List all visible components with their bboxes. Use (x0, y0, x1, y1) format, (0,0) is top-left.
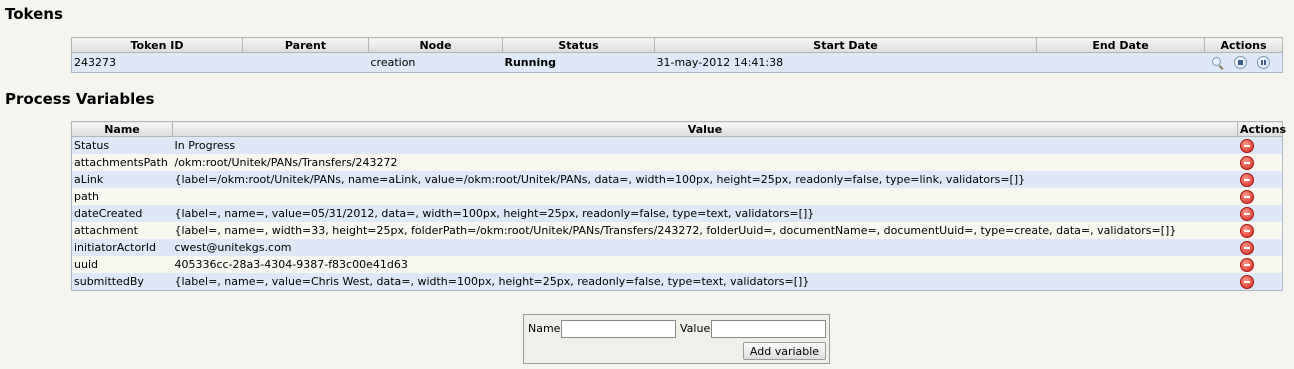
tokens-header-row: Token ID Parent Node Status Start Date E… (71, 37, 1283, 53)
table-row[interactable]: attachment {label=, name=, width=33, hei… (71, 222, 1283, 239)
variable-name: uuid (71, 256, 173, 273)
delete-icon[interactable] (1239, 138, 1254, 153)
delete-icon[interactable] (1239, 274, 1254, 289)
tokens-heading: Tokens (5, 5, 63, 23)
col-node[interactable]: Node (368, 37, 503, 53)
value-label: Value (680, 322, 711, 335)
table-row[interactable]: initiatorActorId cwest@unitekgs.com (71, 239, 1283, 256)
process-variables-heading: Process Variables (5, 90, 155, 108)
delete-icon[interactable] (1239, 206, 1254, 221)
col-status[interactable]: Status (502, 37, 655, 53)
row-actions (1237, 205, 1283, 222)
table-row[interactable]: uuid 405336cc-28a3-4304-9387-f83c00e41d6… (71, 256, 1283, 273)
stop-icon[interactable] (1233, 56, 1247, 70)
row-actions (1237, 154, 1283, 171)
variable-name: path (71, 188, 173, 205)
name-label: Name (528, 322, 561, 335)
pause-icon[interactable] (1256, 56, 1270, 70)
col-parent[interactable]: Parent (242, 37, 369, 53)
row-actions (1237, 239, 1283, 256)
variable-name: attachmentsPath (71, 154, 173, 171)
variable-name: submittedBy (71, 273, 173, 291)
variable-value (172, 188, 1238, 205)
delete-icon[interactable] (1239, 223, 1254, 238)
variable-value: {label=, name=, width=33, height=25px, f… (172, 222, 1238, 239)
variable-value: {label=/okm:root/Unitek/PANs, name=aLink… (172, 171, 1238, 188)
variable-value: In Progress (172, 136, 1238, 154)
row-actions (1237, 188, 1283, 205)
token-status: Running (502, 52, 655, 73)
col-name[interactable]: Name (71, 121, 173, 137)
row-actions (1237, 136, 1283, 154)
delete-icon[interactable] (1239, 172, 1254, 187)
col-value[interactable]: Value (172, 121, 1238, 137)
variable-name: Status (71, 136, 173, 154)
view-icon[interactable] (1211, 56, 1224, 69)
token-node: creation (368, 52, 503, 73)
col-token-id[interactable]: Token ID (71, 37, 243, 53)
token-start-date: 31-may-2012 14:41:38 (654, 52, 1037, 73)
variable-value: cwest@unitekgs.com (172, 239, 1238, 256)
variable-value: /okm:root/Unitek/PANs/Transfers/243272 (172, 154, 1238, 171)
table-row[interactable]: path (71, 188, 1283, 205)
col-start-date[interactable]: Start Date (654, 37, 1037, 53)
variable-value: 405336cc-28a3-4304-9387-f83c00e41d63 (172, 256, 1238, 273)
variable-name: initiatorActorId (71, 239, 173, 256)
col-actions: Actions (1204, 37, 1283, 53)
table-row[interactable]: attachmentsPath /okm:root/Unitek/PANs/Tr… (71, 154, 1283, 171)
delete-icon[interactable] (1239, 189, 1254, 204)
variable-name: aLink (71, 171, 173, 188)
tokens-table: Token ID Parent Node Status Start Date E… (71, 37, 1283, 73)
variable-name: dateCreated (71, 205, 173, 222)
delete-icon[interactable] (1239, 155, 1254, 170)
row-actions (1237, 273, 1283, 291)
add-variable-form: Name Value Add variable (523, 314, 830, 364)
variables-header-row: Name Value Actions (71, 121, 1286, 137)
token-actions (1204, 52, 1283, 73)
row-actions (1237, 256, 1283, 273)
col-actions: Actions (1237, 121, 1286, 137)
name-input[interactable] (561, 320, 676, 338)
delete-icon[interactable] (1239, 257, 1254, 272)
table-row[interactable]: Status In Progress (71, 136, 1283, 154)
table-row[interactable]: aLink {label=/okm:root/Unitek/PANs, name… (71, 171, 1283, 188)
variable-value: {label=, name=, value=Chris West, data=,… (172, 273, 1238, 291)
variable-value: {label=, name=, value=05/31/2012, data=,… (172, 205, 1238, 222)
table-row[interactable]: 243273 creation Running 31-may-2012 14:4… (71, 52, 1283, 73)
token-parent (242, 52, 369, 73)
table-row[interactable]: submittedBy {label=, name=, value=Chris … (71, 273, 1283, 291)
row-actions (1237, 171, 1283, 188)
token-end-date (1036, 52, 1205, 73)
value-input[interactable] (711, 320, 826, 338)
col-end-date[interactable]: End Date (1036, 37, 1205, 53)
process-variables-table: Name Value Actions Status In Progress at… (71, 121, 1286, 291)
token-id: 243273 (71, 52, 243, 73)
delete-icon[interactable] (1239, 240, 1254, 255)
variable-name: attachment (71, 222, 173, 239)
row-actions (1237, 222, 1283, 239)
add-variable-button[interactable]: Add variable (743, 342, 826, 360)
table-row[interactable]: dateCreated {label=, name=, value=05/31/… (71, 205, 1283, 222)
